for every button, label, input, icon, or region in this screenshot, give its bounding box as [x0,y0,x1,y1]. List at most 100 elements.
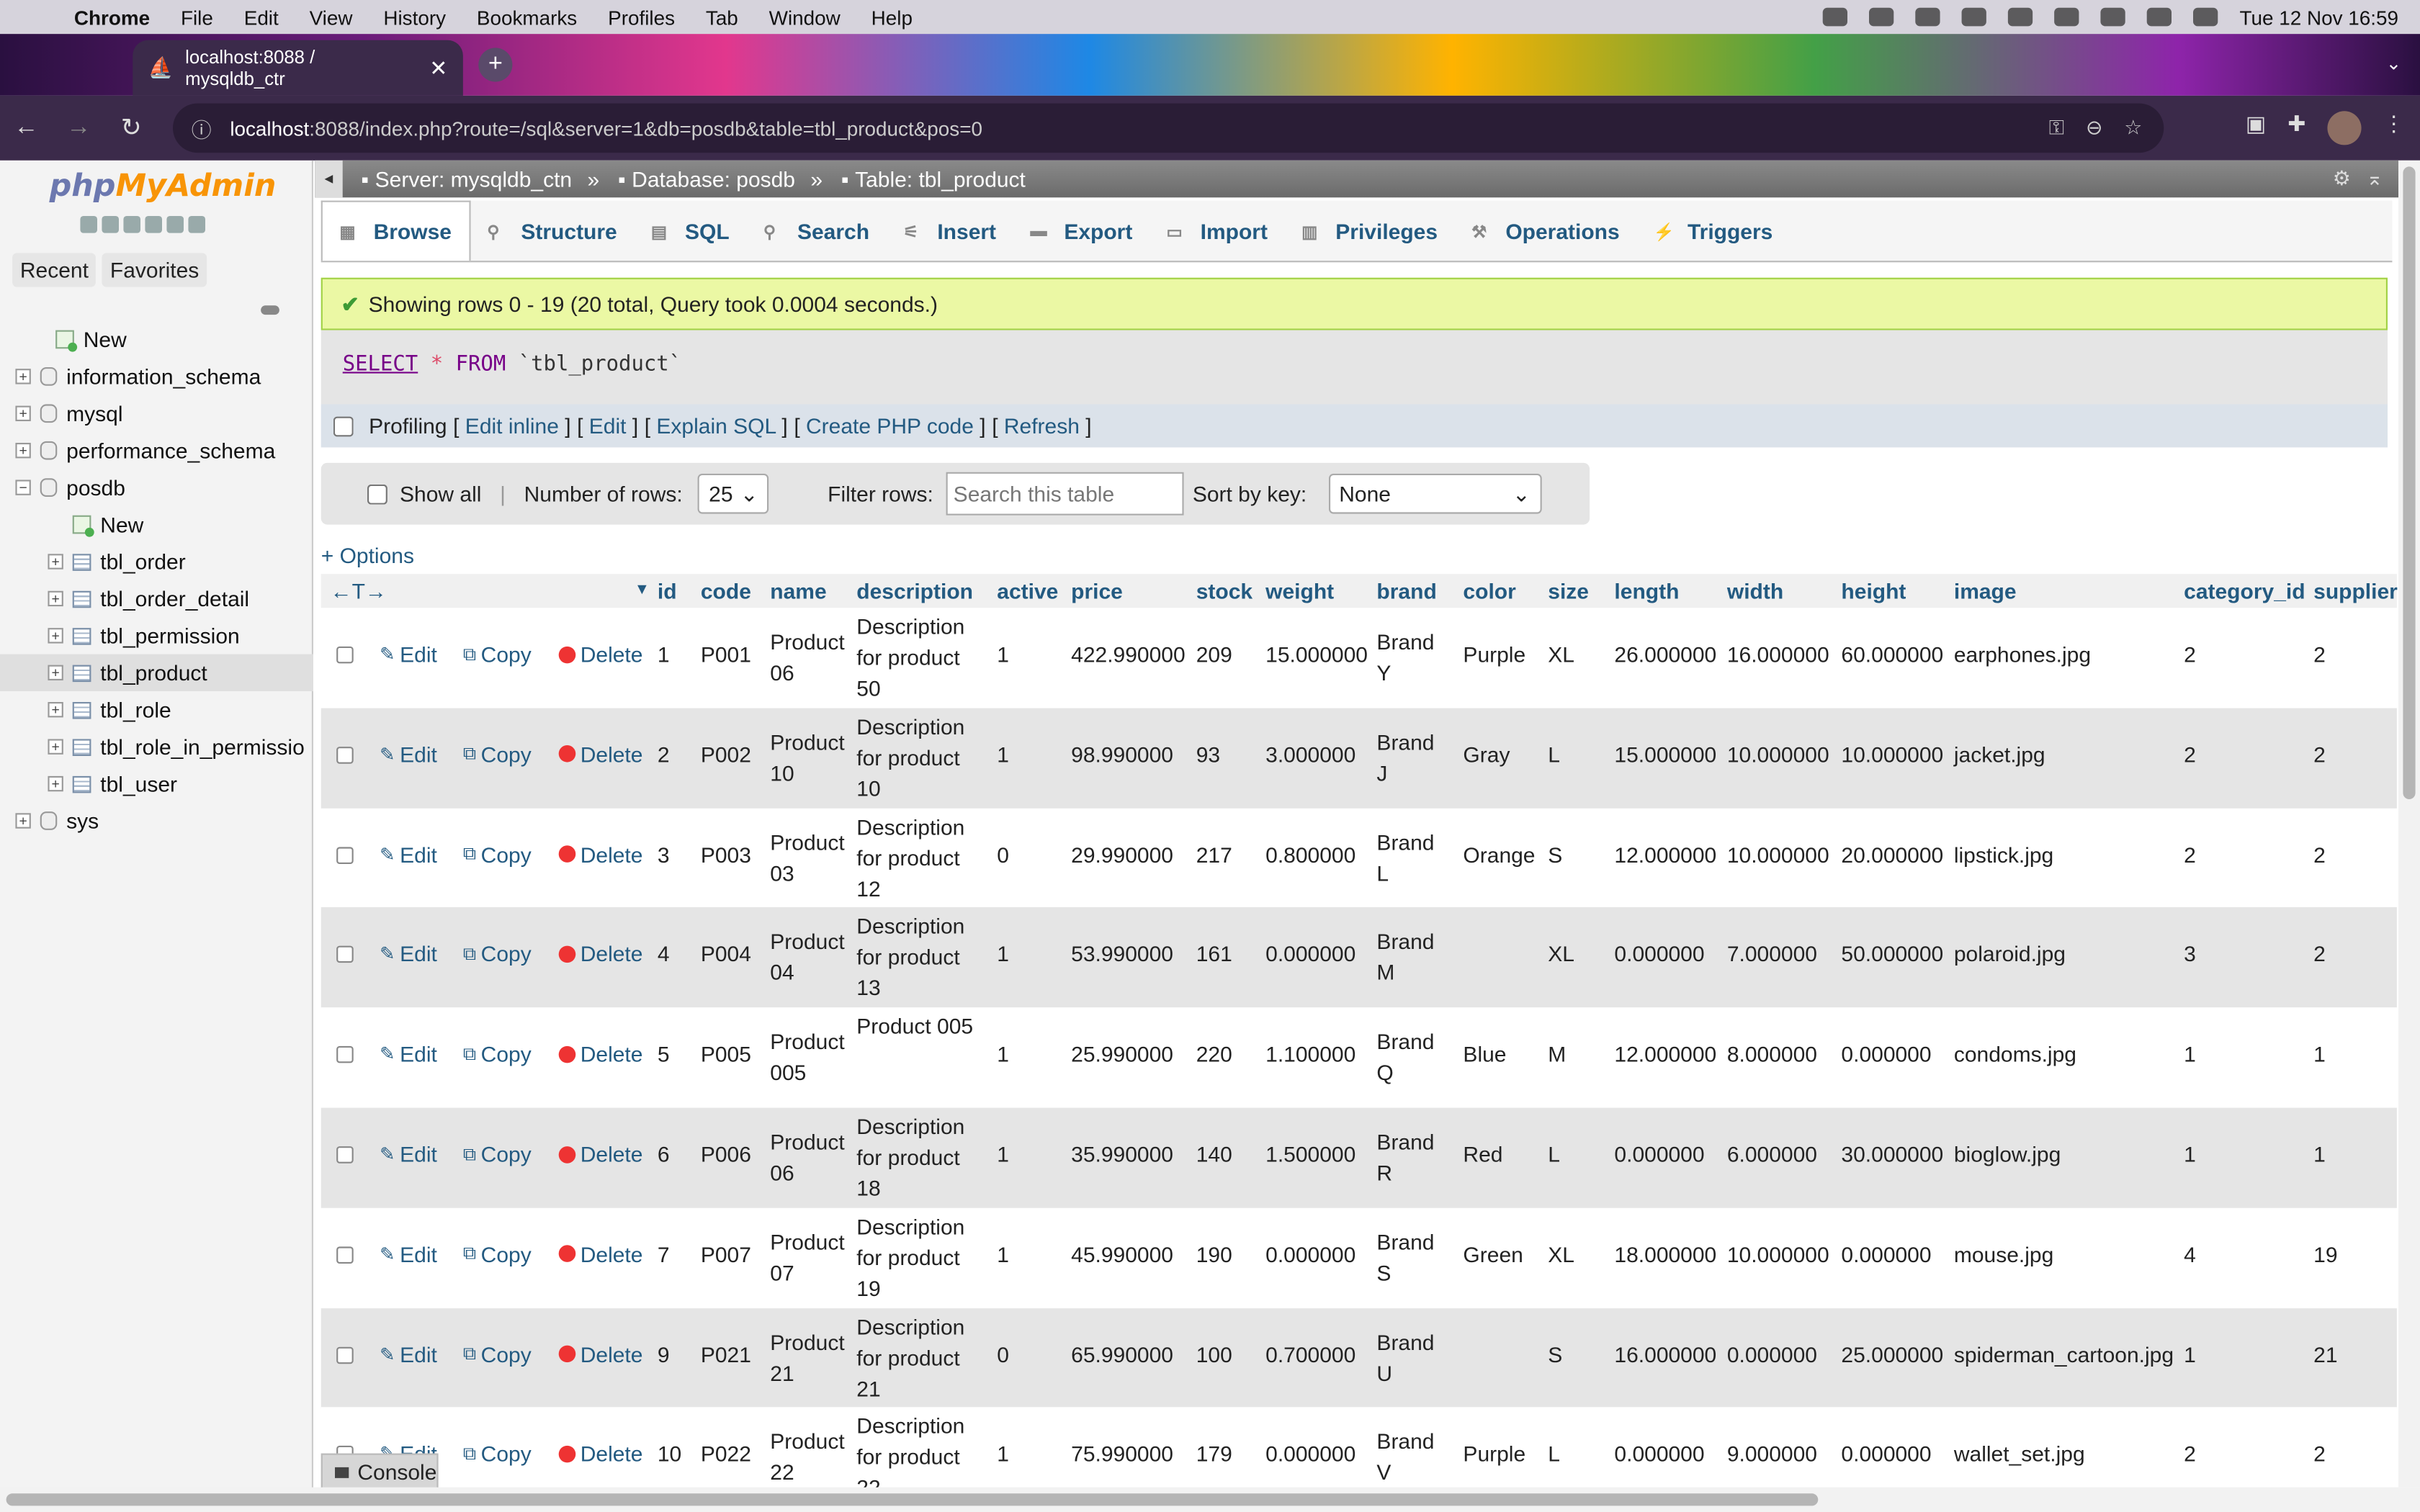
delete-row-button[interactable]: Delete [558,1242,642,1266]
table-cell[interactable]: Brand R [1376,1126,1438,1188]
table-cell[interactable]: 30.000000 [1841,1142,1943,1166]
table-cell[interactable]: condoms.jpg [1954,1042,2076,1066]
query-action-link[interactable]: Edit inline [465,413,559,438]
table-cell[interactable]: P007 [701,1242,751,1266]
table-cell[interactable]: 0.000000 [1614,1441,1704,1466]
delete-row-button[interactable]: Delete [558,1042,642,1066]
number-of-rows-select[interactable]: 25 ⌄ [698,473,769,514]
table-cell[interactable]: 10 [658,1441,681,1466]
column-header[interactable]: length [1614,579,1679,603]
sql-query-box[interactable]: SELECT * FROM `tbl_product` [321,330,2388,405]
back-arrow-icon[interactable]: ← [0,114,53,143]
table-cell[interactable]: 12.000000 [1614,842,1716,866]
table-cell[interactable]: 0.700000 [1265,1341,1355,1366]
table-cell[interactable]: Product 03 [770,827,850,888]
table-cell[interactable]: Brand S [1376,1226,1438,1288]
sidebar-toggle-icon[interactable]: ◂ [315,160,343,198]
logout-icon[interactable] [102,216,119,233]
tree-item[interactable]: + tbl_order_detail [0,580,313,617]
table-cell[interactable]: Product 21 [770,1326,850,1388]
table-cell[interactable]: Product 005 [770,1026,850,1088]
vertical-scroll-thumb[interactable] [2403,166,2416,799]
delete-row-button[interactable]: Delete [558,742,642,767]
edit-row-button[interactable]: ✎Edit [380,1142,437,1166]
keyboard-input-icon[interactable] [2008,7,2033,27]
table-cell[interactable]: 1 [997,742,1009,766]
bluetooth-icon[interactable] [1961,7,1987,27]
table-cell[interactable]: 5 [658,1042,670,1066]
expand-icon[interactable]: + [48,628,63,644]
query-action-link[interactable]: Refresh [1004,413,1080,438]
row-checkbox[interactable] [336,1346,354,1364]
table-cell[interactable]: 9 [658,1341,670,1366]
os-menu-item[interactable]: File [181,6,213,29]
battery-icon[interactable] [2054,7,2079,27]
menu-app-name[interactable]: Chrome [74,6,150,29]
column-header[interactable]: size [1548,579,1589,603]
table-cell[interactable]: Purple [1463,1441,1525,1466]
table-cell[interactable]: 179 [1196,1441,1232,1466]
table-cell[interactable]: bioglow.jpg [1954,1142,2061,1166]
table-cell[interactable]: 2 [2184,842,2196,866]
table-cell[interactable]: P003 [701,842,751,866]
table-cell[interactable]: 0.000000 [1727,1341,1817,1366]
horizontal-scroll-thumb[interactable] [6,1493,1819,1506]
tree-item[interactable]: + sys [0,802,313,839]
table-cell[interactable]: 25.990000 [1071,1042,1173,1066]
table-cell[interactable]: Green [1463,1242,1523,1266]
copy-row-button[interactable]: ⧉ Copy [463,742,532,766]
table-cell[interactable]: Product 06 [770,626,850,688]
reload-navigation-icon[interactable] [188,216,205,233]
copy-row-button[interactable]: ⧉ Copy [463,842,532,866]
docs-icon[interactable] [145,216,162,233]
recent-tab[interactable]: Recent [12,253,97,287]
copy-row-button[interactable]: ⧉ Copy [463,1242,532,1266]
table-cell[interactable]: 0.000000 [1841,1042,1931,1066]
table-cell[interactable]: Description for product 13 [856,911,983,1004]
table-cell[interactable]: 2 [2313,1441,2326,1466]
volume-icon[interactable] [1915,7,1940,27]
table-cell[interactable]: Purple [1463,642,1525,666]
table-cell[interactable]: Product 07 [770,1226,850,1288]
copy-row-button[interactable]: ⧉ Copy [463,942,532,966]
query-action-link[interactable]: Edit [589,413,627,438]
table-cell[interactable]: 0 [997,842,1009,866]
edit-row-button[interactable]: ✎Edit [380,742,437,766]
table-cell[interactable]: 209 [1196,642,1232,666]
table-cell[interactable]: 10.000000 [1841,742,1943,766]
expand-icon[interactable]: + [48,590,63,607]
table-cell[interactable]: 2 [2184,1441,2196,1466]
tab-privileges[interactable]: ▥ Privileges [1285,201,1455,261]
table-cell[interactable]: XL [1548,642,1574,666]
expand-icon[interactable]: + [48,665,63,680]
table-cell[interactable]: 75.990000 [1071,1441,1173,1466]
query-action-link[interactable]: Create PHP code [806,413,974,438]
page-settings-gear-icon[interactable]: ⚙ [2333,166,2351,191]
console-toggle[interactable]: Console [321,1453,439,1490]
tab-sql[interactable]: ▤ SQL [634,201,746,261]
table-cell[interactable]: 0 [997,1341,1009,1366]
tree-item[interactable]: +New [0,506,313,543]
table-cell[interactable]: P001 [701,642,751,666]
table-cell[interactable]: 29.990000 [1071,842,1173,866]
os-menu-item[interactable]: Bookmarks [477,6,577,29]
table-cell[interactable]: 4 [658,942,670,966]
table-cell[interactable]: 1 [2313,1042,2326,1066]
show-all-checkbox[interactable] [367,483,387,504]
table-cell[interactable]: Brand V [1376,1426,1438,1488]
table-cell[interactable]: 1 [2184,1142,2196,1166]
table-cell[interactable]: 161 [1196,942,1232,966]
column-header[interactable]: supplier [2313,579,2398,603]
table-cell[interactable]: 422.990000 [1071,642,1186,666]
table-cell[interactable]: 190 [1196,1242,1232,1266]
help-icon[interactable] [123,216,140,233]
table-cell[interactable]: 4 [2184,1242,2196,1266]
tree-item[interactable]: − posdb [0,469,313,505]
status-icon[interactable] [1822,7,1848,27]
column-header[interactable]: height [1841,579,1906,603]
table-cell[interactable]: 10.000000 [1727,1242,1829,1266]
table-cell[interactable]: P004 [701,942,751,966]
bookmark-star-icon[interactable]: ☆ [2124,116,2142,140]
row-checkbox[interactable] [336,846,354,864]
table-cell[interactable]: P002 [701,742,751,766]
